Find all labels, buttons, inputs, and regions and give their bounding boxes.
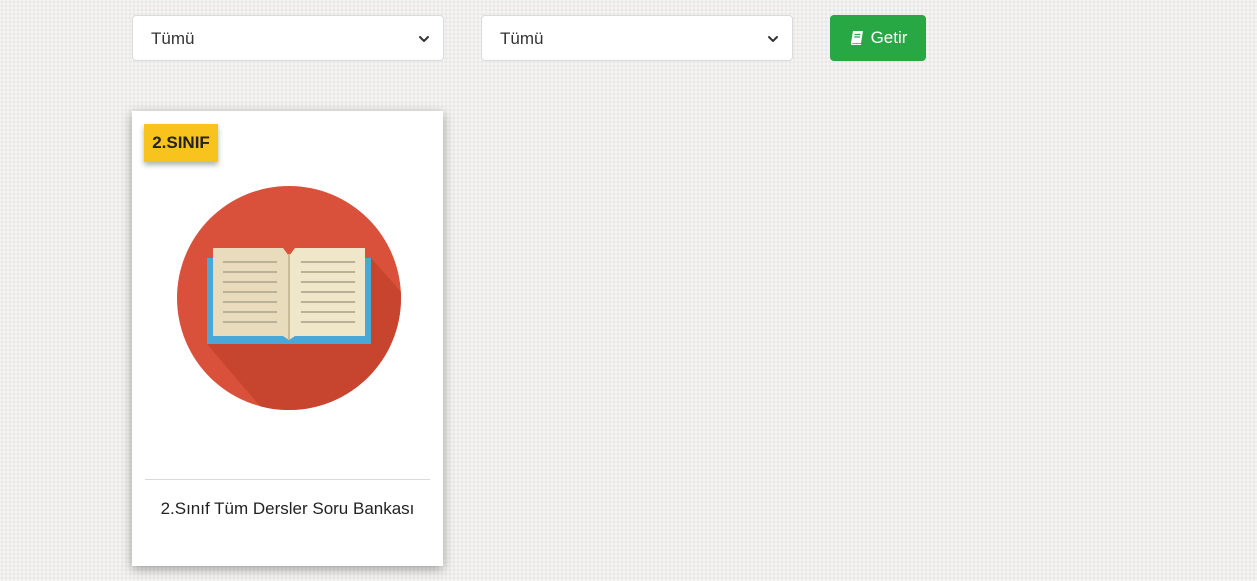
class-filter-value: Tümü (151, 29, 195, 48)
grade-badge: 2.SINIF (144, 124, 218, 162)
card-title: 2.Sınıf Tüm Dersler Soru Bankası (160, 499, 415, 518)
chevron-down-icon (419, 36, 429, 42)
subject-filter-select[interactable]: Tümü (481, 15, 793, 61)
subject-filter-value: Tümü (500, 29, 544, 48)
card-divider (145, 479, 430, 480)
open-book-icon (177, 186, 401, 410)
getir-button-label: Getir (870, 28, 908, 47)
class-filter-select[interactable]: Tümü (132, 15, 444, 61)
book-card[interactable]: 2.SINIF 2.Sınıf Tüm Dersler Soru Bankası (132, 111, 443, 566)
chevron-down-icon (768, 36, 778, 42)
getir-button[interactable]: Getir (830, 15, 926, 61)
book-icon (850, 31, 863, 45)
